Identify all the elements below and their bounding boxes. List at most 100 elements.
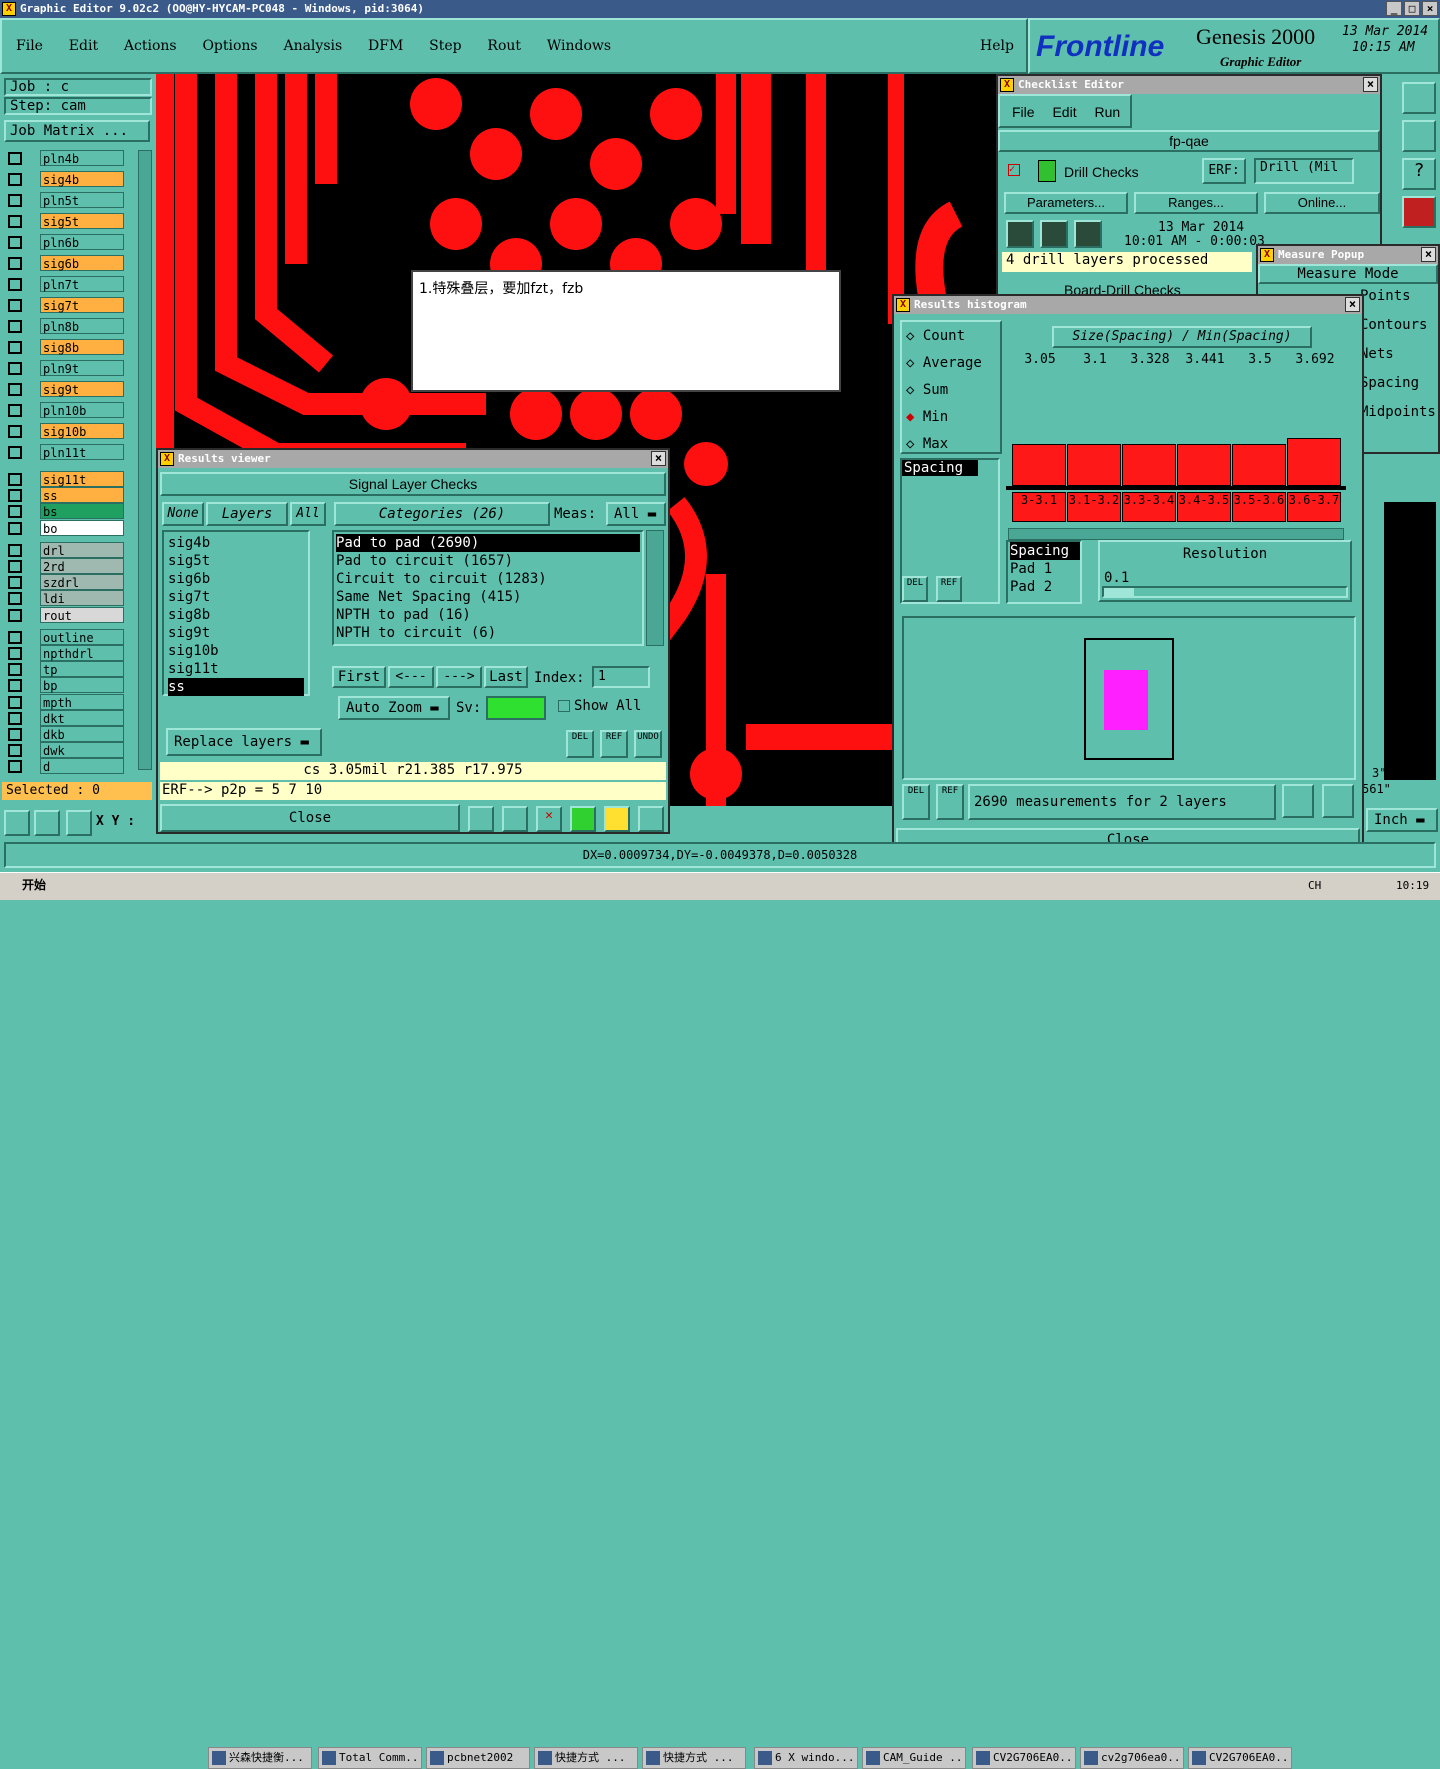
toolbar-icon-1[interactable] bbox=[468, 806, 494, 832]
histogram-bar[interactable] bbox=[1122, 444, 1176, 486]
job-matrix-button[interactable]: Job Matrix ... bbox=[4, 120, 150, 142]
layer-name[interactable]: d bbox=[40, 758, 124, 775]
layer-name[interactable]: bp bbox=[40, 677, 124, 694]
layer-name[interactable]: sig11t bbox=[40, 471, 124, 487]
layer-name[interactable]: tp bbox=[40, 661, 124, 678]
results-viewer-close-icon[interactable]: × bbox=[651, 451, 666, 466]
rv-category-item[interactable]: Circuit to circuit (1283) bbox=[336, 570, 640, 588]
layer-name[interactable]: pln8b bbox=[40, 318, 124, 334]
layer-row[interactable]: pln7t bbox=[6, 276, 124, 293]
maximize-button[interactable]: □ bbox=[1404, 1, 1420, 16]
layer-name[interactable]: rout bbox=[40, 606, 124, 623]
menu-edit[interactable]: Edit bbox=[69, 38, 98, 54]
layer-checkbox[interactable] bbox=[8, 383, 22, 396]
histogram-bar[interactable] bbox=[1232, 444, 1286, 486]
histogram-close-icon[interactable]: × bbox=[1345, 297, 1360, 312]
layer-row[interactable]: npthdrl bbox=[6, 645, 124, 662]
rv-layer-item[interactable]: sig9t bbox=[168, 624, 304, 642]
rv-layer-item[interactable]: ss bbox=[168, 678, 304, 696]
taskbar-item[interactable]: CAM_Guide ... bbox=[862, 1747, 966, 1769]
first-button[interactable]: First bbox=[332, 666, 386, 688]
hist-ref-button[interactable]: REF bbox=[936, 576, 962, 602]
online-button[interactable]: Online... bbox=[1264, 192, 1380, 214]
close-button[interactable]: × bbox=[1422, 1, 1438, 16]
index-input[interactable]: 1 bbox=[592, 666, 650, 688]
layer-checkbox[interactable] bbox=[8, 647, 22, 660]
layer-checkbox[interactable] bbox=[8, 760, 22, 774]
rv-category-item[interactable]: Pad to circuit (1657) bbox=[336, 552, 640, 570]
tool-icon-1[interactable] bbox=[4, 810, 30, 836]
rv-close-button[interactable]: Close bbox=[160, 804, 460, 832]
layer-name[interactable]: dkb bbox=[40, 726, 124, 742]
attr-spacing[interactable]: Spacing bbox=[902, 460, 978, 476]
layer-row[interactable]: pln11t bbox=[6, 444, 124, 461]
layer-name[interactable]: dwk bbox=[40, 742, 124, 759]
tool-zoom-icon[interactable] bbox=[1402, 82, 1436, 114]
layer-name[interactable]: sig8b bbox=[40, 339, 124, 355]
layer-checkbox[interactable] bbox=[8, 278, 22, 291]
toolbar-icon-4[interactable] bbox=[570, 806, 596, 832]
rv-category-item[interactable]: Same Net Spacing (415) bbox=[336, 588, 640, 606]
layer-row[interactable]: rout bbox=[6, 606, 124, 624]
layer-row[interactable]: szdrl bbox=[6, 574, 124, 591]
layer-name[interactable]: drl bbox=[40, 541, 124, 558]
rv-category-item[interactable]: NPTH to circuit (6) bbox=[336, 624, 640, 642]
layer-name[interactable]: pln5t bbox=[40, 192, 124, 208]
drill-checks-checkbox[interactable]: ✓ bbox=[1008, 164, 1020, 176]
attr2-spacing[interactable]: Spacing bbox=[1010, 542, 1080, 560]
show-all-checkbox[interactable] bbox=[558, 700, 570, 712]
layer-name[interactable]: sig9t bbox=[40, 381, 124, 397]
tool-icon-3[interactable] bbox=[66, 810, 92, 836]
layer-row[interactable]: sig11t bbox=[6, 471, 124, 488]
layer-checkbox[interactable] bbox=[8, 560, 22, 573]
layer-checkbox[interactable] bbox=[8, 744, 22, 758]
mode-count[interactable]: ◇ Count bbox=[906, 328, 965, 344]
rv-layer-item[interactable]: sig10b bbox=[168, 642, 304, 660]
rv-layer-item[interactable]: sig5t bbox=[168, 552, 304, 570]
menu-step[interactable]: Step bbox=[429, 38, 461, 54]
layer-name[interactable]: bo bbox=[40, 519, 124, 536]
tool-settings-icon[interactable] bbox=[1402, 196, 1436, 228]
layer-row[interactable]: sig10b bbox=[6, 423, 124, 440]
mode-max[interactable]: ◇ Max bbox=[906, 436, 948, 452]
tool-icon-2[interactable] bbox=[34, 810, 60, 836]
rv-layer-item[interactable]: sig4b bbox=[168, 534, 304, 552]
rv-category-list[interactable]: Pad to pad (2690) Pad to circuit (1657) Ci… bbox=[332, 530, 644, 646]
layer-name[interactable]: ldi bbox=[40, 590, 124, 607]
chart-scrollbar[interactable] bbox=[1008, 528, 1344, 540]
layer-name[interactable]: pln7t bbox=[40, 276, 124, 292]
layer-checkbox[interactable] bbox=[8, 425, 22, 438]
layer-checkbox[interactable] bbox=[8, 257, 22, 270]
taskbar-item[interactable]: CV2G706EA0... bbox=[1188, 1747, 1292, 1769]
layer-row[interactable]: ss bbox=[6, 487, 124, 504]
layer-row[interactable]: sig4b bbox=[6, 171, 124, 188]
menu-analysis[interactable]: Analysis bbox=[283, 38, 342, 54]
units-dropdown[interactable]: Inch ▬ bbox=[1366, 808, 1438, 832]
layer-checkbox[interactable] bbox=[8, 695, 22, 709]
layer-checkbox[interactable] bbox=[8, 576, 22, 590]
layer-checkbox[interactable] bbox=[8, 341, 22, 354]
layer-row[interactable]: pln10b bbox=[6, 402, 124, 419]
layer-row[interactable]: mpth bbox=[6, 693, 124, 711]
toolbar-icon-5[interactable] bbox=[604, 806, 630, 832]
layer-row[interactable]: outline bbox=[6, 628, 124, 646]
rv-layer-list[interactable]: sig4b sig5t sig6b sig7t sig8b sig9t sig10b sig1… bbox=[162, 530, 310, 696]
lang-indicator[interactable]: CH bbox=[1308, 879, 1321, 892]
layer-checkbox[interactable] bbox=[8, 711, 22, 725]
layer-checkbox[interactable] bbox=[8, 608, 22, 622]
layer-row[interactable]: sig6b bbox=[6, 255, 124, 272]
minimize-button[interactable]: _ bbox=[1386, 1, 1402, 16]
menu-file[interactable]: File bbox=[16, 38, 43, 54]
erf-dropdown[interactable]: Drill (Mil bbox=[1254, 158, 1354, 184]
run-icon-1[interactable] bbox=[1006, 220, 1034, 248]
layer-row[interactable]: sig7t bbox=[6, 297, 124, 314]
layer-row[interactable]: 2rd bbox=[6, 558, 124, 575]
measure-close-icon[interactable]: × bbox=[1421, 247, 1436, 262]
rv-layer-item[interactable]: sig7t bbox=[168, 588, 304, 606]
layer-row[interactable]: dkb bbox=[6, 726, 124, 743]
taskbar-item[interactable]: Total Comm... bbox=[318, 1747, 422, 1769]
rv-layer-item[interactable]: sig8b bbox=[168, 606, 304, 624]
layer-name[interactable]: pln9t bbox=[40, 360, 124, 376]
cl-menu-edit[interactable]: Edit bbox=[1052, 104, 1076, 120]
hist-attr-list-2[interactable]: Spacing Pad 1 Pad 2 bbox=[1006, 540, 1082, 604]
